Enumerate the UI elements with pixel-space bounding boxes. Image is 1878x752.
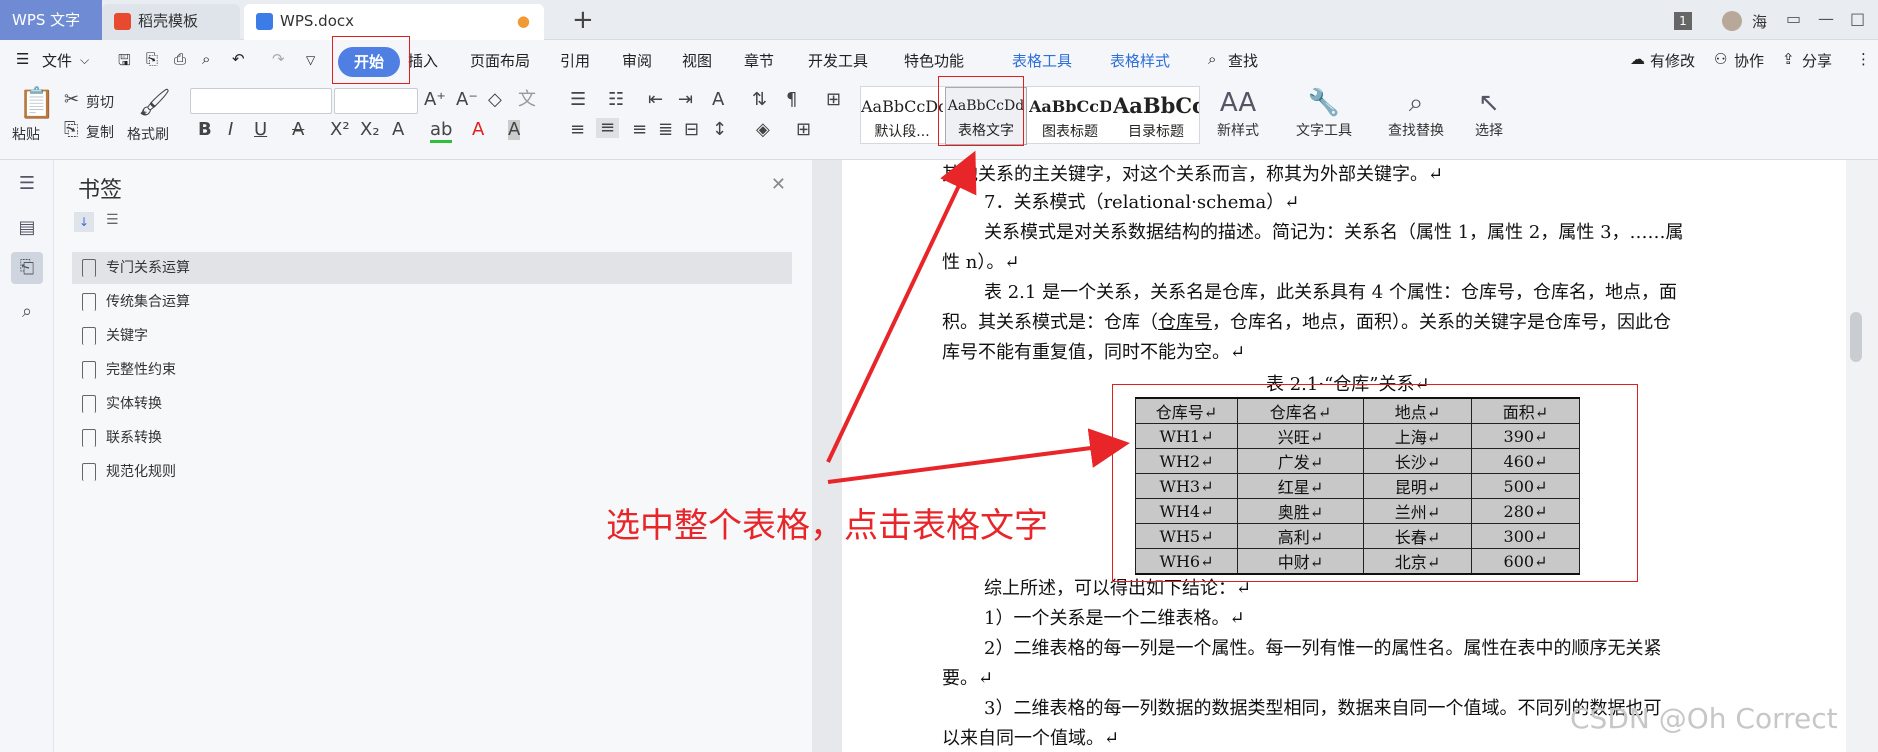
annotation-text: 选中整个表格，点击表格文字 xyxy=(606,506,1048,546)
watermark: CSDN @Oh Correct xyxy=(1570,702,1838,735)
arrow-to-style xyxy=(826,150,977,463)
annotation-arrows xyxy=(826,150,1130,484)
arrow-to-table xyxy=(827,428,1130,484)
